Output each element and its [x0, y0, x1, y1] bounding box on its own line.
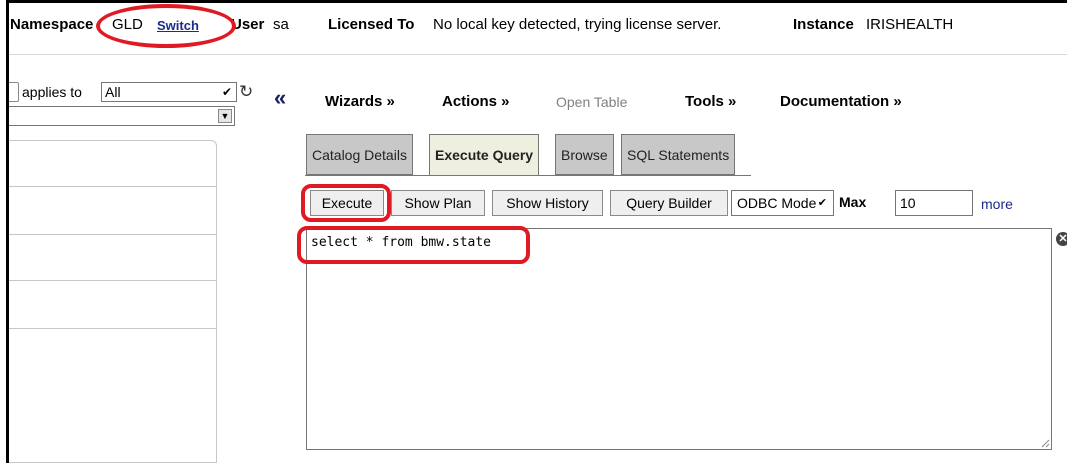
namespace-label: Namespace	[10, 16, 94, 33]
list-item-divider	[9, 186, 216, 187]
instance-label: Instance	[793, 16, 854, 33]
mode-select[interactable]: ODBC Mode ✔︎	[731, 190, 834, 216]
schema-select-stub[interactable]	[9, 82, 19, 102]
more-link[interactable]: more	[981, 196, 1013, 212]
table-list[interactable]	[9, 140, 217, 463]
tab-browse[interactable]: Browse	[555, 134, 614, 175]
resize-grip-icon[interactable]	[1040, 438, 1050, 448]
list-item-divider	[9, 328, 216, 329]
applies-to-row: applies to All ✔︎ ↻	[9, 82, 259, 102]
menu-open-table: Open Table	[556, 94, 628, 110]
applies-to-label: applies to	[22, 84, 82, 100]
switch-namespace-link[interactable]: Switch	[157, 18, 199, 33]
filter-combo[interactable]: ▼	[9, 106, 235, 126]
licensed-to-label: Licensed To	[328, 16, 415, 33]
tab-sql-statements[interactable]: SQL Statements	[621, 134, 736, 175]
menu-documentation[interactable]: Documentation »	[780, 93, 902, 110]
query-text: select * from bmw.state	[311, 235, 492, 250]
execute-button[interactable]: Execute	[310, 190, 384, 216]
chevron-down-icon: ✔︎	[817, 197, 827, 209]
licensed-to-value: No local key detected, trying license se…	[433, 16, 722, 33]
tab-execute-query[interactable]: Execute Query	[429, 134, 540, 176]
tab-underline	[305, 175, 751, 176]
menu-tools[interactable]: Tools »	[685, 93, 736, 110]
max-rows-input[interactable]: 10	[895, 190, 973, 216]
combo-dropdown-icon[interactable]: ▼	[218, 109, 232, 123]
menu-actions[interactable]: Actions »	[442, 93, 510, 110]
query-builder-button[interactable]: Query Builder	[610, 190, 728, 216]
menu-wizards[interactable]: Wizards »	[325, 93, 395, 110]
instance-value: IRISHEALTH	[866, 16, 954, 33]
applies-to-value: All	[105, 84, 121, 100]
list-item-divider	[9, 234, 216, 235]
header-bar: Namespace GLD Switch User sa Licensed To…	[9, 3, 1067, 55]
list-item-divider	[9, 280, 216, 281]
show-history-button[interactable]: Show History	[492, 190, 603, 216]
tab-catalog-details[interactable]: Catalog Details	[306, 134, 413, 175]
user-label: User	[231, 16, 265, 33]
applies-to-select[interactable]: All ✔︎	[101, 82, 237, 102]
max-rows-label: Max	[839, 194, 867, 210]
mode-select-value: ODBC Mode	[737, 195, 817, 211]
show-plan-button[interactable]: Show Plan	[391, 190, 485, 216]
clear-icon[interactable]: ✕	[1056, 232, 1067, 246]
user-value: sa	[273, 16, 289, 33]
left-panel: applies to All ✔︎ ↻ ▼	[9, 55, 259, 463]
chevron-down-icon: ✔︎	[221, 85, 232, 99]
double-chevron-left-icon[interactable]: «	[274, 87, 286, 109]
query-textarea[interactable]: select * from bmw.state	[306, 228, 1052, 450]
refresh-icon[interactable]: ↻	[239, 82, 253, 101]
namespace-value: GLD	[112, 16, 143, 33]
